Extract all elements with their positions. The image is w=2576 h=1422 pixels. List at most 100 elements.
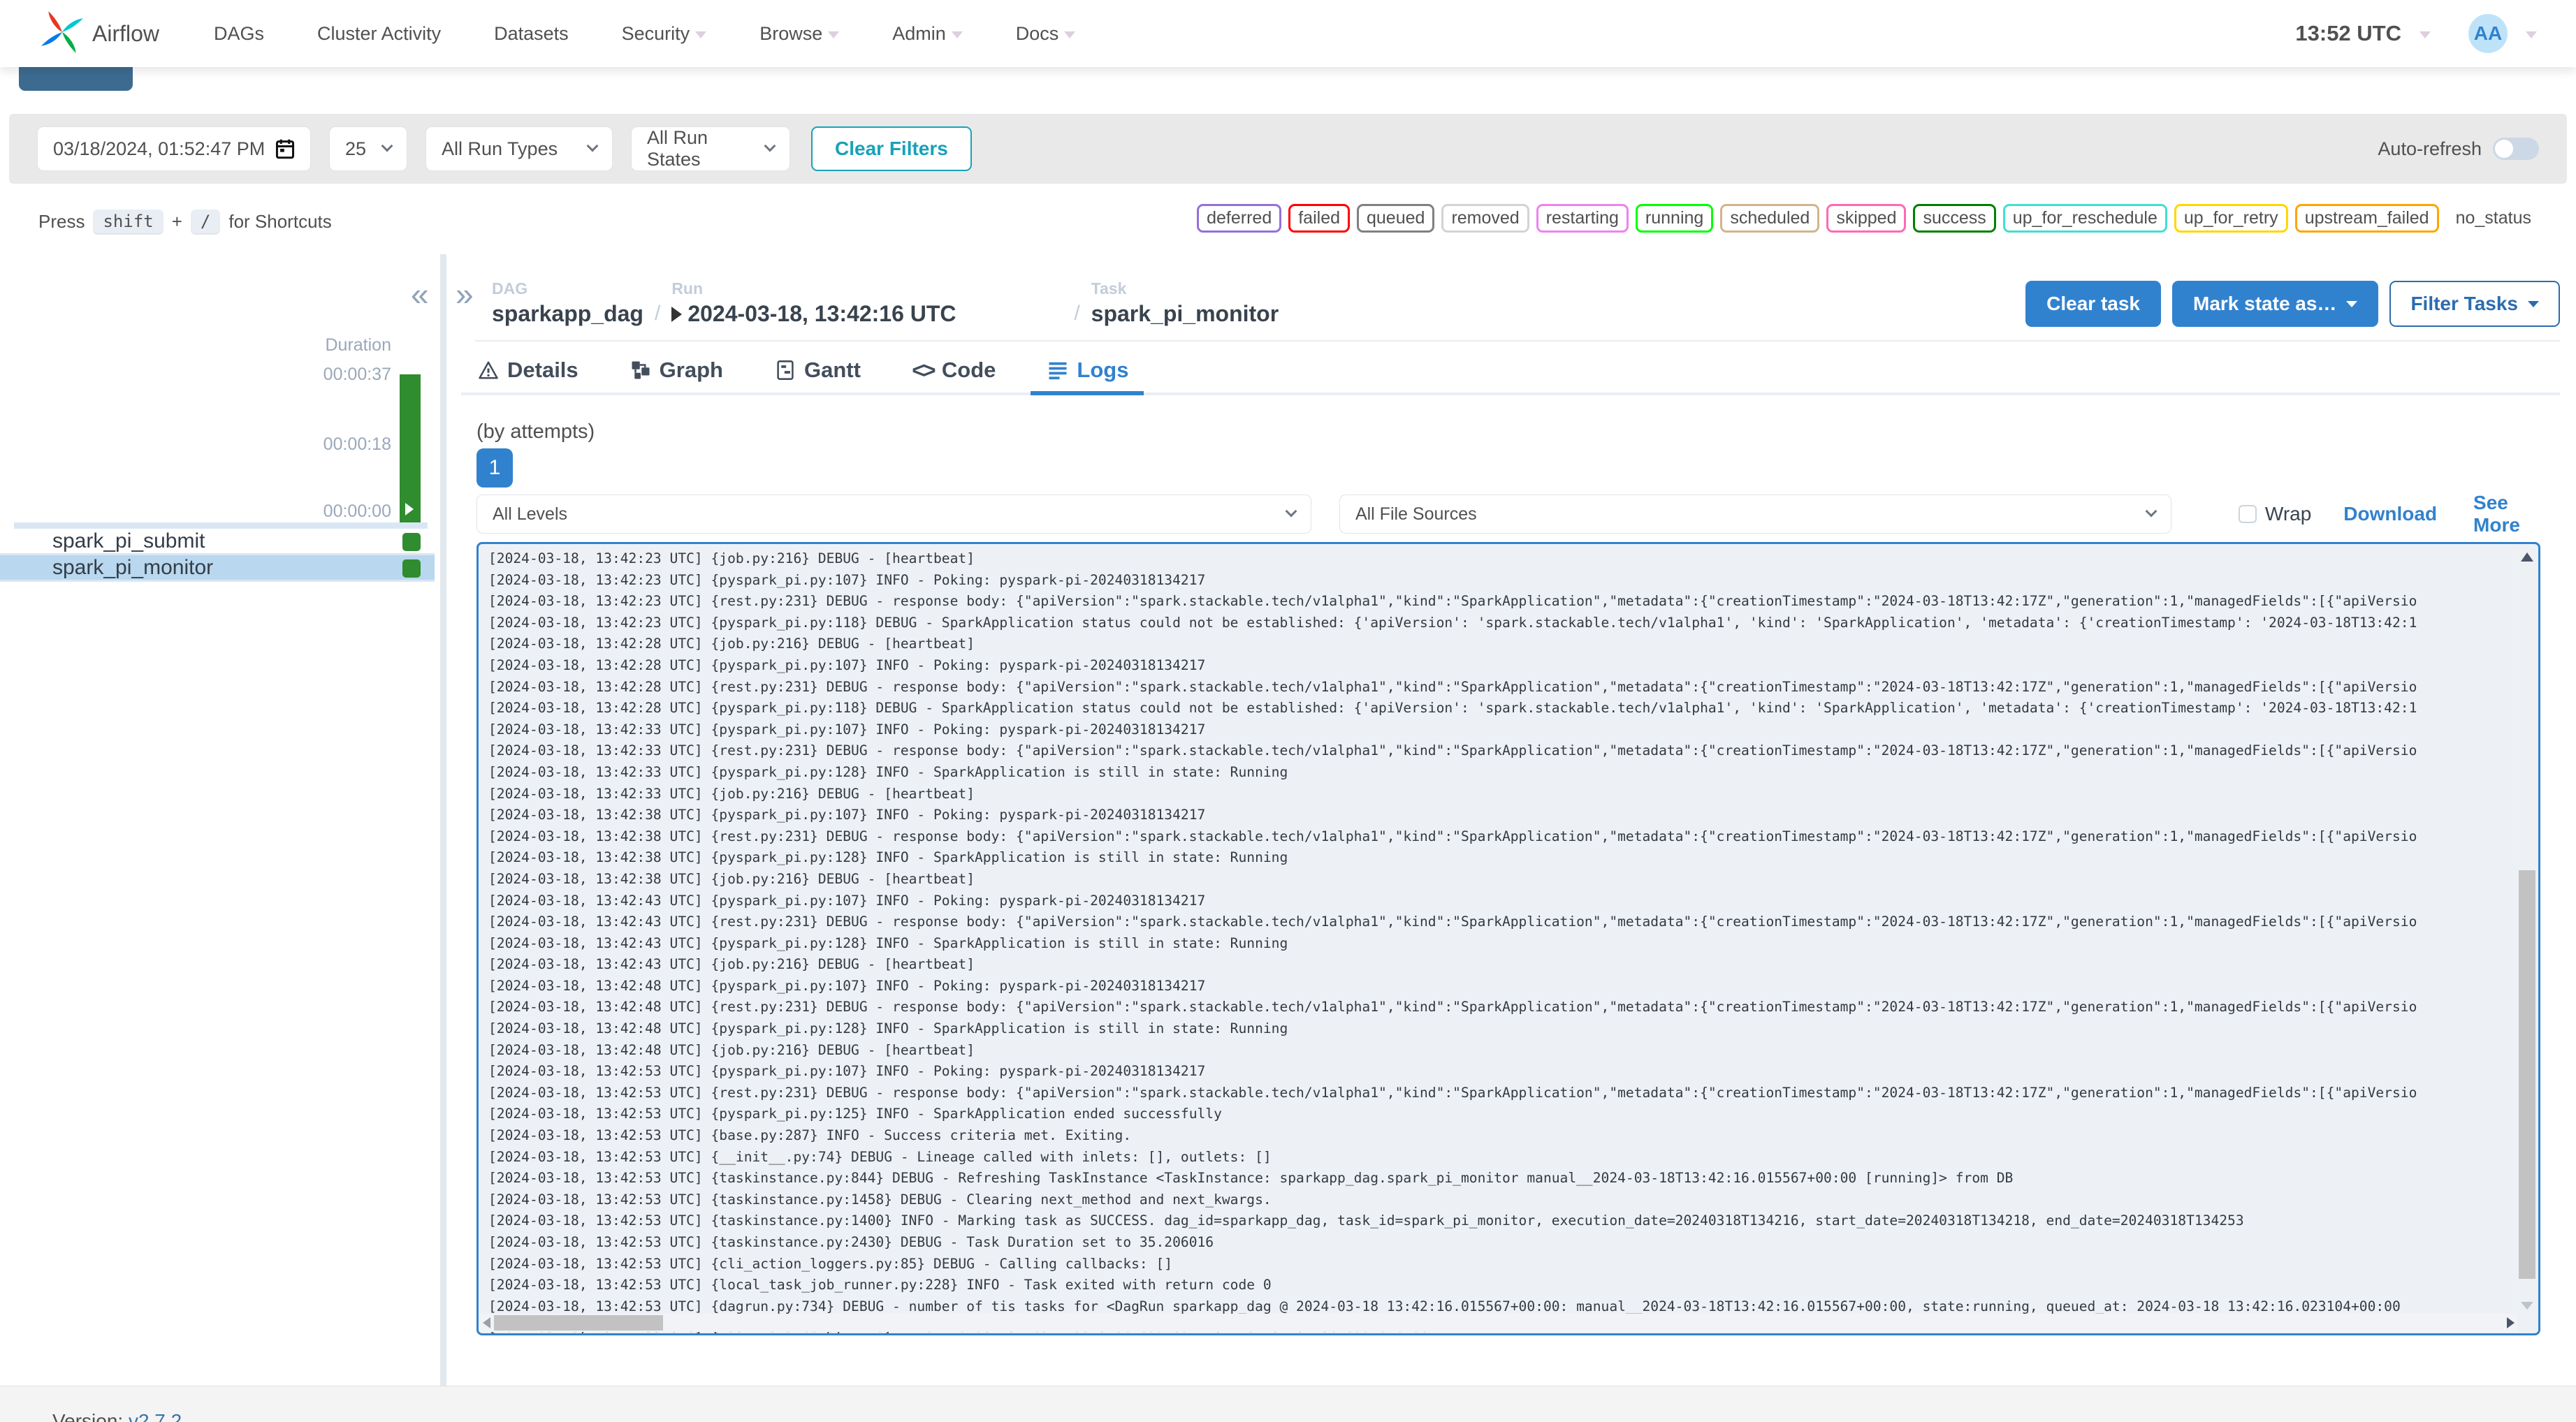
sidebar-divider[interactable] — [440, 254, 446, 1386]
file-source-select[interactable]: All File Sources — [1339, 494, 2171, 534]
breadcrumb-run[interactable]: Run 2024-03-18, 13:42:16 UTC — [671, 279, 1063, 327]
cut-off-dark-button[interactable] — [19, 67, 133, 91]
breadcrumb-separator: / — [654, 302, 661, 325]
status-badge-restarting[interactable]: restarting — [1536, 204, 1629, 233]
vertical-scroll-thumb[interactable] — [2519, 870, 2535, 1279]
dag-value[interactable]: sparkapp_dag — [492, 301, 643, 327]
page-size-select[interactable]: 25 — [329, 126, 407, 171]
collapse-sidebar-button[interactable]: « — [411, 278, 429, 310]
nav-item-label: Docs — [1015, 22, 1059, 44]
task-row-spark-pi-monitor[interactable]: spark_pi_monitor — [0, 555, 435, 582]
tab-logs[interactable]: Logs — [1031, 349, 1144, 395]
scroll-left-icon[interactable] — [483, 1317, 490, 1328]
nav-item-label: Security — [621, 22, 690, 44]
nav-item-label: Datasets — [494, 22, 569, 44]
download-link[interactable]: Download — [2343, 503, 2437, 525]
play-icon — [405, 503, 414, 515]
run-states-value: All Run States — [647, 127, 708, 170]
by-attempts-label: (by attempts) — [476, 420, 595, 443]
status-badge-up-for-retry[interactable]: up_for_retry — [2174, 204, 2288, 233]
status-badge-deferred[interactable]: deferred — [1197, 204, 1282, 233]
log-level-select[interactable]: All Levels — [476, 494, 1311, 534]
log-line: [2024-03-18, 13:42:28 UTC] {rest.py:231}… — [488, 678, 2417, 695]
tab-details[interactable]: Details — [461, 349, 594, 395]
horizontal-scroll-thumb[interactable] — [494, 1315, 663, 1331]
status-badge-failed[interactable]: failed — [1288, 204, 1350, 233]
status-badge-skipped[interactable]: skipped — [1826, 204, 1907, 233]
see-more-link[interactable]: See More — [2473, 492, 2560, 536]
clear-filters-button[interactable]: Clear Filters — [811, 126, 972, 171]
version-link[interactable]: v2.7.2 — [129, 1410, 182, 1422]
breadcrumb-dag[interactable]: DAG sparkapp_dag — [492, 279, 643, 327]
log-lines: [2024-03-18, 13:42:23 UTC] {job.py:216} … — [488, 548, 2538, 1333]
utc-clock[interactable]: 13:52 UTC — [2295, 21, 2401, 46]
chevron-down-icon — [381, 140, 393, 152]
expand-sidebar-button[interactable]: » — [456, 278, 474, 310]
run-types-select[interactable]: All Run Types — [425, 126, 613, 171]
task-actions: Clear task Mark state as… Filter Tasks — [2025, 281, 2560, 327]
breadcrumb-task[interactable]: Task spark_pi_monitor — [1091, 279, 1279, 327]
shift-key: shift — [93, 210, 163, 233]
scroll-up-icon[interactable] — [2521, 552, 2533, 562]
base-date-input[interactable]: 03/18/2024, 01:52:47 PM — [37, 126, 311, 171]
status-badge-upstream-failed[interactable]: upstream_failed — [2294, 204, 2439, 233]
status-badge-no-status[interactable]: no_status — [2445, 204, 2541, 233]
top-navbar: Airflow DAGs Cluster Activity Datasets Secu… — [0, 0, 2576, 67]
calendar-icon[interactable] — [275, 138, 295, 159]
status-badge-success[interactable]: success — [1913, 204, 1996, 233]
tab-code[interactable]: <> Code — [896, 349, 1012, 395]
chevron-down-icon — [1064, 31, 1076, 38]
status-badge-removed[interactable]: removed — [1441, 204, 1529, 233]
task-status-square-success[interactable] — [402, 559, 421, 578]
nav-item-security[interactable]: Security — [622, 23, 707, 45]
clear-task-button[interactable]: Clear task — [2025, 281, 2161, 327]
avatar[interactable]: AA — [2468, 14, 2508, 53]
log-line: [2024-03-18, 13:42:43 UTC] {pyspark_pi.p… — [488, 892, 1206, 909]
scroll-right-icon[interactable] — [2507, 1317, 2515, 1328]
nav-item-dags[interactable]: DAGs — [214, 23, 264, 45]
chevron-down-icon — [828, 31, 840, 38]
airflow-logo-icon — [39, 9, 85, 59]
airflow-brand[interactable]: Airflow — [39, 9, 159, 59]
status-badge-up-for-reschedule[interactable]: up_for_reschedule — [2002, 204, 2167, 233]
nav-item-datasets[interactable]: Datasets — [494, 23, 569, 45]
wrap-toggle[interactable]: Wrap — [2238, 503, 2311, 525]
nav-item-docs[interactable]: Docs — [1016, 23, 1076, 45]
log-line: [2024-03-18, 13:42:23 UTC] {rest.py:231}… — [488, 593, 2417, 610]
status-badge-queued[interactable]: queued — [1357, 204, 1435, 233]
detail-tabs: Details Graph Gantt <> Code Logs — [461, 349, 2560, 395]
scroll-down-icon[interactable] — [2521, 1302, 2533, 1310]
log-line: [2024-03-18, 13:42:53 UTC] {taskinstance… — [488, 1234, 1214, 1250]
task-value[interactable]: spark_pi_monitor — [1091, 301, 1279, 327]
nav-item-cluster-activity[interactable]: Cluster Activity — [317, 23, 441, 45]
chevron-down-icon — [764, 140, 776, 152]
airflow-app: Airflow DAGs Cluster Activity Datasets Secu… — [0, 0, 2576, 1422]
chevron-down-icon — [586, 140, 599, 152]
graph-icon — [629, 358, 653, 382]
log-output[interactable]: [2024-03-18, 13:42:23 UTC] {job.py:216} … — [476, 542, 2540, 1335]
task-row-spark-pi-submit[interactable]: spark_pi_submit — [0, 529, 435, 555]
task-status-square-success[interactable] — [402, 533, 421, 551]
vertical-scrollbar[interactable] — [2517, 545, 2537, 1314]
log-line: [2024-03-18, 13:42:23 UTC] {pyspark_pi.p… — [488, 614, 2417, 631]
task-label: Task — [1091, 279, 1127, 298]
mark-state-button[interactable]: Mark state as… — [2172, 281, 2379, 327]
tab-gantt[interactable]: Gantt — [758, 349, 876, 395]
auto-refresh-toggle[interactable] — [2493, 138, 2539, 160]
tab-graph[interactable]: Graph — [613, 349, 738, 395]
status-badge-scheduled[interactable]: scheduled — [1720, 204, 1820, 233]
attempt-1-button[interactable]: 1 — [476, 448, 513, 488]
nav-item-admin[interactable]: Admin — [892, 23, 963, 45]
horizontal-scrollbar[interactable] — [480, 1314, 2517, 1332]
duration-tick: 00:00:18 — [323, 434, 391, 454]
status-badge-running[interactable]: running — [1635, 204, 1714, 233]
run-states-select[interactable]: All Run States — [631, 126, 790, 171]
run-value[interactable]: 2024-03-18, 13:42:16 UTC — [671, 301, 1063, 327]
filter-tasks-button[interactable]: Filter Tasks — [2389, 281, 2560, 327]
log-line: [2024-03-18, 13:42:53 UTC] {__init__.py:… — [488, 1148, 1272, 1165]
nav-item-browse[interactable]: Browse — [759, 23, 840, 45]
duration-bar[interactable] — [400, 374, 421, 522]
slash-key: / — [190, 210, 221, 233]
details-icon — [476, 358, 500, 382]
wrap-checkbox[interactable] — [2238, 505, 2257, 523]
